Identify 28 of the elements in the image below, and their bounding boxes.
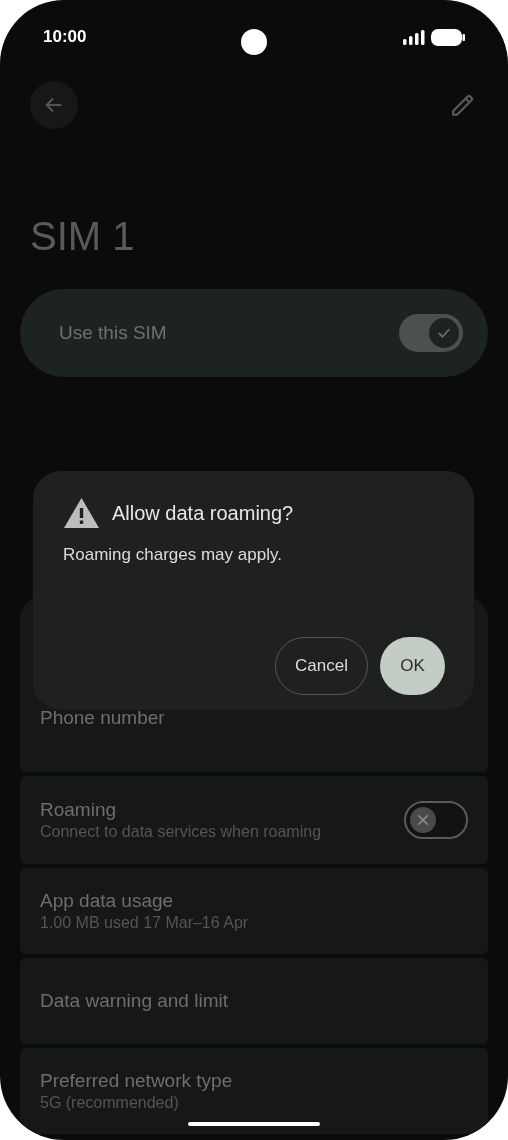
setting-title: Phone number [40,706,165,730]
setting-subtitle: Connect to data services when roaming [40,822,322,842]
roaming-switch[interactable] [404,801,468,839]
settings-item[interactable]: Preferred network type 5G (recommended) [20,1048,488,1134]
battery-icon [431,28,465,46]
settings-item[interactable]: App data usage 1.00 MB used 17 Mar–16 Apr [20,868,488,954]
warning-icon [63,497,100,529]
setting-title: Preferred network type [40,1069,233,1093]
dialog-title: Allow data roaming? [112,501,294,526]
setting-title: Data warning and limit [40,989,228,1013]
setting-title: Roaming [40,798,118,822]
close-icon [416,813,430,827]
dialog-message: Roaming charges may apply. [63,544,283,566]
signal-icon [403,29,425,45]
setting-subtitle: 1.00 MB used 17 Mar–16 Apr [40,913,249,933]
use-sim-switch[interactable] [399,314,463,352]
back-button[interactable] [30,81,78,129]
setting-title: App data usage [40,889,175,913]
page-title: SIM 1 [29,213,136,260]
use-sim-label: Use this SIM [59,320,167,345]
settings-item[interactable]: Roaming Connect to data services when roaming [20,776,488,864]
pencil-icon [450,92,476,118]
use-sim-card[interactable]: Use this SIM [20,289,488,377]
camera-hole [241,29,267,55]
setting-subtitle: 5G (recommended) [40,1093,180,1113]
ok-button[interactable]: OK [380,637,445,695]
settings-item[interactable]: Data warning and limit [20,958,488,1044]
status-time: 10:00 [43,26,87,49]
